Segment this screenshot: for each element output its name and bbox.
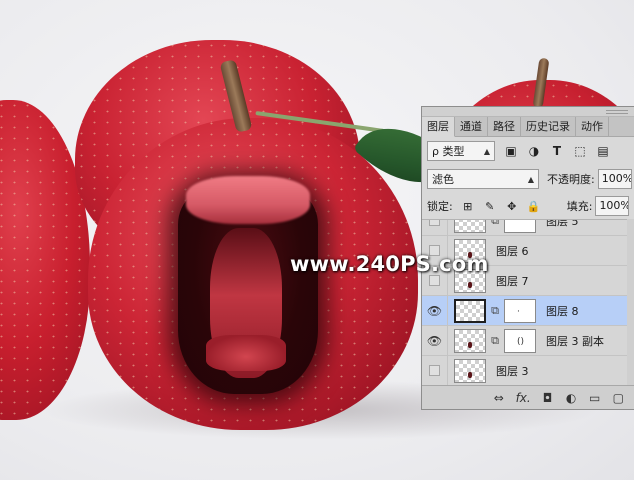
lock-label: 锁定:: [427, 200, 453, 213]
layer-thumbnail[interactable]: [454, 298, 486, 323]
layer-name[interactable]: 图层 7: [496, 273, 529, 289]
lock-all-icon[interactable]: 🔒: [527, 199, 541, 213]
lock-position-icon[interactable]: ✥: [505, 199, 519, 213]
layer-row[interactable]: 图层 3: [422, 355, 634, 385]
watermark: www.240PS.com: [290, 252, 489, 276]
layer-thumbnail[interactable]: [454, 328, 486, 353]
link-layers-icon[interactable]: ⇔: [492, 390, 506, 406]
layer-row-selected[interactable]: 👁 ⧉ · 图层 8: [422, 295, 634, 326]
hidden-eye-icon: [429, 365, 440, 376]
layers-bottom-toolbar: ⇔ fx. ◘ ◐ ▭ ▢: [422, 385, 634, 409]
type-filter-icon[interactable]: T: [550, 144, 564, 158]
panel-grip-icon[interactable]: [606, 109, 628, 114]
mask-link-icon[interactable]: ⧉: [489, 304, 501, 318]
blend-mode-select[interactable]: 滤色 ▲: [427, 169, 539, 189]
visibility-toggle[interactable]: 👁: [422, 325, 448, 356]
filter-type-select[interactable]: ρ 类型 ▲: [427, 141, 495, 161]
mouth-upper-lip: [186, 176, 310, 224]
layer-name[interactable]: 图层 3: [496, 363, 529, 379]
tab-paths[interactable]: 路径: [488, 117, 521, 137]
tab-history[interactable]: 历史记录: [521, 117, 576, 137]
search-icon: ρ: [432, 145, 439, 158]
lock-image-pixels-icon[interactable]: ✎: [483, 199, 497, 213]
eye-icon: 👁: [426, 303, 443, 318]
layer-mask-thumbnail[interactable]: (): [504, 328, 536, 353]
visibility-toggle[interactable]: [422, 355, 448, 385]
layer-filter-row: ρ 类型 ▲ ▣ ◑ T ⬚ ▤: [422, 139, 634, 163]
tab-layers[interactable]: 图层: [422, 117, 455, 137]
smart-object-filter-icon[interactable]: ▤: [596, 144, 610, 158]
opacity-input[interactable]: 100%: [597, 169, 632, 189]
add-mask-icon[interactable]: ◘: [541, 390, 555, 406]
image-filter-icon[interactable]: ▣: [504, 144, 518, 158]
eye-icon: 👁: [426, 333, 443, 348]
visibility-toggle[interactable]: 👁: [422, 295, 448, 326]
filter-type-label: 类型: [442, 145, 465, 158]
layer-thumbnail[interactable]: [454, 220, 486, 233]
mask-link-icon[interactable]: ⧉: [489, 220, 501, 228]
layer-mask-thumbnail[interactable]: ·: [504, 298, 536, 323]
adjustment-layer-icon[interactable]: ◐: [564, 390, 578, 406]
lock-transparent-pixels-icon[interactable]: ⊞: [461, 199, 475, 213]
layers-scrollbar[interactable]: [627, 219, 634, 385]
visibility-toggle[interactable]: [422, 220, 448, 236]
layer-mask-thumbnail[interactable]: [504, 220, 536, 233]
mouth-lower-teeth: [206, 335, 286, 371]
panel-tabs: 图层 通道 路径 历史记录 动作: [422, 117, 634, 137]
updown-caret-icon: ▲: [527, 174, 534, 184]
layer-row[interactable]: 👁 ⧉ () 图层 3 副本: [422, 325, 634, 356]
new-layer-icon[interactable]: ▢: [611, 390, 625, 406]
layer-name[interactable]: 图层 5: [546, 220, 579, 229]
fill-input[interactable]: 100%: [595, 196, 630, 216]
opacity-label: 不透明度:: [547, 173, 595, 186]
layer-thumbnail[interactable]: [454, 358, 486, 383]
layer-name[interactable]: 图层 3 副本: [546, 333, 604, 349]
hidden-eye-icon: [429, 275, 440, 286]
new-group-icon[interactable]: ▭: [588, 390, 602, 406]
layers-list[interactable]: ⧉ 图层 5 图层 6 图层 7 👁 ⧉ · 图层 8 👁 ⧉ () 图层 3 …: [422, 219, 634, 385]
panel-titlebar[interactable]: [422, 107, 634, 117]
hidden-eye-icon: [429, 220, 440, 226]
adjustment-filter-icon[interactable]: ◑: [527, 144, 541, 158]
fill-label: 填充:: [566, 200, 593, 213]
lock-row: 锁定: ⊞ ✎ ✥ 🔒 填充: 100%: [422, 195, 634, 217]
fx-icon[interactable]: fx.: [516, 390, 531, 406]
layer-row[interactable]: ⧉ 图层 5: [422, 220, 634, 236]
layer-name[interactable]: 图层 8: [546, 303, 579, 319]
updown-caret-icon: ▲: [483, 146, 490, 156]
mask-link-icon[interactable]: ⧉: [489, 334, 501, 348]
blend-mode-value: 滤色: [432, 173, 454, 186]
layer-name[interactable]: 图层 6: [496, 243, 529, 259]
blend-row: 滤色 ▲ 不透明度: 100%: [422, 167, 634, 191]
tab-channels[interactable]: 通道: [455, 117, 488, 137]
tab-actions[interactable]: 动作: [576, 117, 609, 137]
shape-filter-icon[interactable]: ⬚: [573, 144, 587, 158]
